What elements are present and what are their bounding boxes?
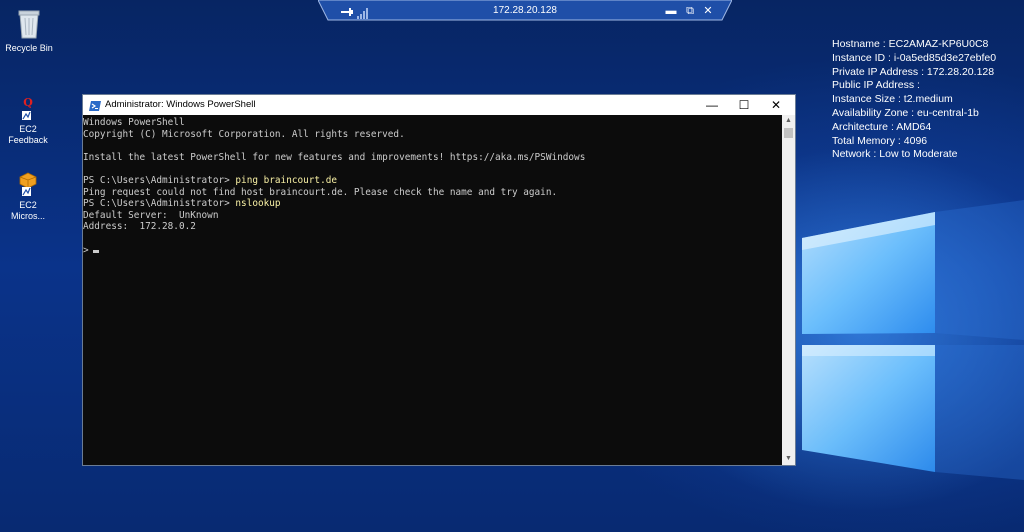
console-line: Copyright (C) Microsoft Corporation. All… [83,128,405,140]
command-text: nslookup [235,198,281,210]
prompt: PS C:\Users\Administrator> [83,174,236,186]
recycle-bin-icon [16,8,42,40]
prompt: PS C:\Users\Administrator> [83,198,236,210]
console-line: Windows PowerShell [83,117,185,128]
text-cursor [92,249,99,253]
powershell-window[interactable]: Administrator: Windows PowerShell — ☐ ✕ … [82,94,796,466]
pin-icon[interactable] [340,5,354,17]
scrollbar-thumb[interactable] [784,128,793,138]
desktop-icon-label: Micros... [10,211,45,221]
info-private-ip: Private IP Address : 172.28.20.128 [832,65,995,78]
ec2-microsoft-icon [13,172,43,196]
scroll-up-icon[interactable]: ▲ [782,115,795,127]
prompt: > [83,244,89,256]
remote-host-title: 172.28.20.128 [493,5,557,16]
command-text: ping braincourt.de [235,174,338,186]
powershell-icon [89,99,101,111]
console-line: Address: 172.28.0.2 [83,221,196,233]
console-line: PS C:\Users\Administrator> ping braincou… [83,175,782,187]
vertical-scrollbar[interactable]: ▲ ▼ [782,115,795,465]
console-line: Ping request could not find host brainco… [83,186,558,198]
console-line: PS C:\Users\Administrator> nslookup [83,198,782,210]
minimize-button[interactable]: — [697,95,727,115]
rdp-close-button[interactable]: ✕ [701,4,715,18]
console-line: Install the latest PowerShell for new fe… [83,151,586,163]
scroll-down-icon[interactable]: ▼ [782,453,795,465]
rdp-restore-button[interactable]: ⧉ [683,4,697,18]
desktop-icon-label: Recycle Bin [5,43,53,53]
info-architecture: Architecture : AMD64 [832,120,932,133]
info-availability-zone: Availability Zone : eu-central-1b [832,106,979,119]
info-instance-size: Instance Size : t2.medium [832,93,953,106]
desktop-icon-label: EC2 [19,200,37,210]
powershell-titlebar[interactable]: Administrator: Windows PowerShell — ☐ ✕ [83,95,795,115]
connection-signal-icon[interactable] [357,6,369,19]
desktop-icon-label: EC2 [19,124,37,134]
desktop-icon-label: Feedback [8,135,48,145]
desktop-background: 172.28.20.128 ▬ ⧉ ✕ Recycle Bin Q EC2 Fe… [0,0,1024,532]
desktop-icon-ec2-feedback[interactable]: Q EC2 Feedback [0,96,63,146]
maximize-button[interactable]: ☐ [729,95,759,115]
rdp-minimize-button[interactable]: ▬ [664,4,678,18]
info-public-ip: Public IP Address : [832,79,920,92]
console-line: Default Server: UnKnown [83,209,219,221]
close-button[interactable]: ✕ [761,95,791,115]
info-instance-id: Instance ID : i-0a5ed85d3e27ebfe0 [832,51,997,64]
ec2-feedback-icon: Q [13,96,43,122]
powershell-title: Administrator: Windows PowerShell [105,99,256,110]
console-input-line[interactable]: > [83,245,782,257]
svg-text:Q: Q [23,96,33,109]
console-output[interactable]: Windows PowerShell Copyright (C) Microso… [83,115,782,465]
system-info-panel: Hostname : EC2AMAZ-KP6U0C8 Instance ID :… [832,38,996,162]
info-hostname: Hostname : EC2AMAZ-KP6U0C8 [832,38,989,50]
info-total-memory: Total Memory : 4096 [832,134,928,147]
desktop-icon-ec2-microsoft[interactable]: EC2 Micros... [0,172,63,222]
desktop-icon-recycle-bin[interactable]: Recycle Bin [0,8,64,54]
info-network: Network : Low to Moderate [832,148,958,161]
